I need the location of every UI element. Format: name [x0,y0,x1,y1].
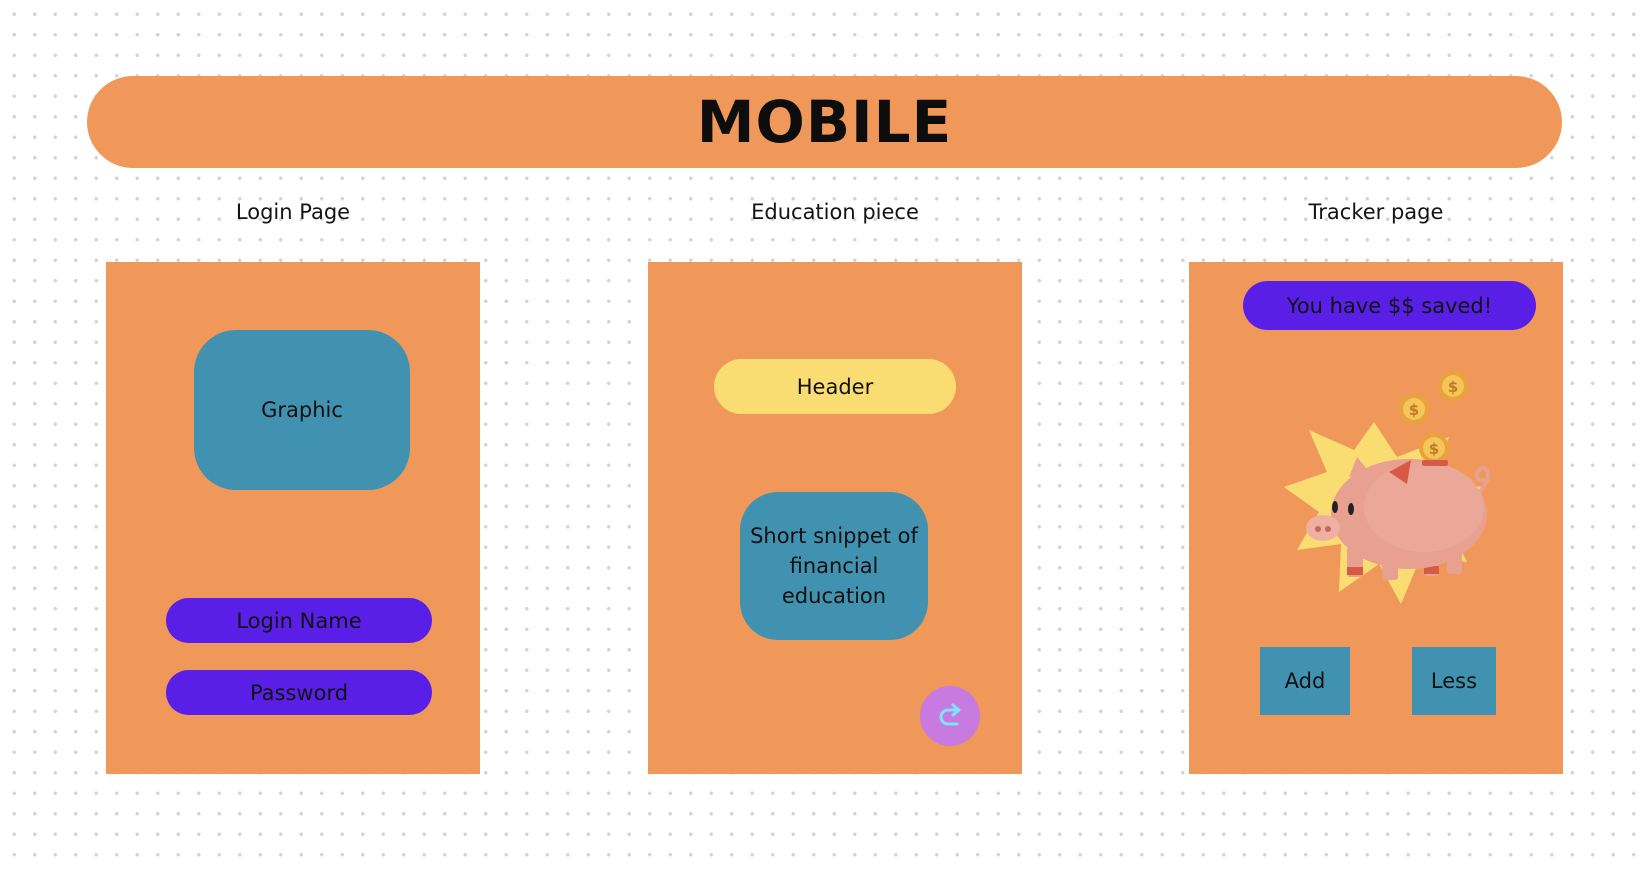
svg-text:$: $ [1448,378,1458,396]
education-piece-label: Education piece [751,200,919,224]
add-button[interactable]: Add [1260,647,1350,715]
login-page-screen: Graphic Login Name Password [106,262,480,774]
login-page-label: Login Page [235,200,351,224]
coin-icon: $ [1438,371,1468,401]
education-snippet: Short snippet of financial education [740,492,928,640]
education-header: Header [714,359,956,414]
coin-icon: $ [1419,433,1449,463]
coin-icon: $ [1399,394,1429,424]
password-input[interactable]: Password [166,670,432,715]
svg-text:$: $ [1429,440,1439,458]
piggy-bank-icon: $ $ $ [1284,371,1490,604]
tracker-page-label: Tracker page [1308,200,1444,224]
less-button[interactable]: Less [1412,647,1496,715]
savings-message: You have $$ saved! [1243,281,1536,330]
mobile-title-banner: MOBILE [87,76,1562,168]
svg-text:$: $ [1409,401,1419,419]
next-button[interactable] [920,686,980,746]
login-name-input[interactable]: Login Name [166,598,432,643]
education-piece-screen: Header Short snippet of financial educat… [648,262,1022,774]
graphic-placeholder: Graphic [194,330,410,490]
tracker-page-screen: You have $$ saved! $ $ $ Add Less [1189,262,1563,774]
redo-arrow-icon [939,703,961,726]
banner-title: MOBILE [696,88,953,156]
